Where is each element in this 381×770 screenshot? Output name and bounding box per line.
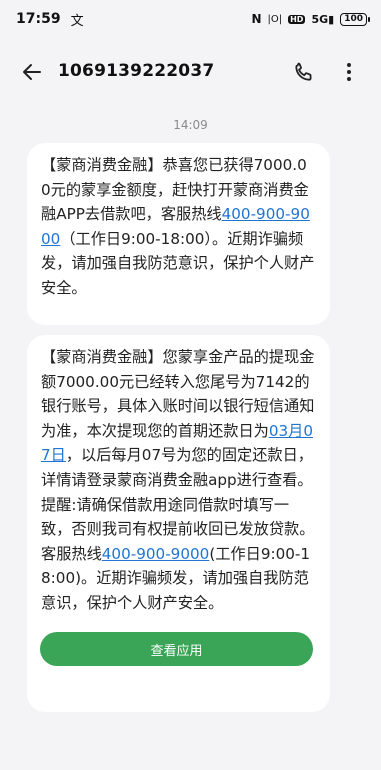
view-app-button[interactable]: 查看应用 [40,632,313,666]
signal-icon: 5G▮ [311,12,335,26]
vibrate-icon: |O| [267,13,283,25]
notification-icon: 文 [70,13,84,29]
arrow-left-icon [23,64,41,80]
phone-icon [295,62,312,81]
more-options-button[interactable] [339,60,359,84]
status-indicators: N |O| HD 5G▮ 100 [251,12,370,26]
back-button[interactable] [20,60,44,84]
message-bubble: 【蒙商消费金融】您蒙享金产品的提现金额7000.00元已经转入您尾号为7142的… [27,335,330,712]
conversation-header: 1069139222037 [0,50,381,94]
status-bar: 17:59 文 N |O| HD 5G▮ 100 [0,0,381,38]
message-text: （工作日9:00-18:00）。近期诈骗频发，请加强自我防范意识，保护个人财产安… [41,229,315,297]
status-time: 17:59 [16,11,61,27]
message-timestamp: 14:09 [173,118,208,132]
nfc-icon: N [251,12,262,26]
signal-label: 5G [311,12,329,26]
contact-number: 1069139222037 [58,61,215,81]
hotline-link[interactable]: 400-900-9000 [102,545,210,563]
hd-icon: HD [288,14,306,24]
more-vertical-icon [347,63,351,81]
call-button[interactable] [292,60,316,84]
message-bubble: 【蒙商消费金融】恭喜您已获得7000.00元的蒙享金额度，赶快打开蒙商消费金融A… [27,143,330,325]
battery-icon: 100 [340,12,370,26]
